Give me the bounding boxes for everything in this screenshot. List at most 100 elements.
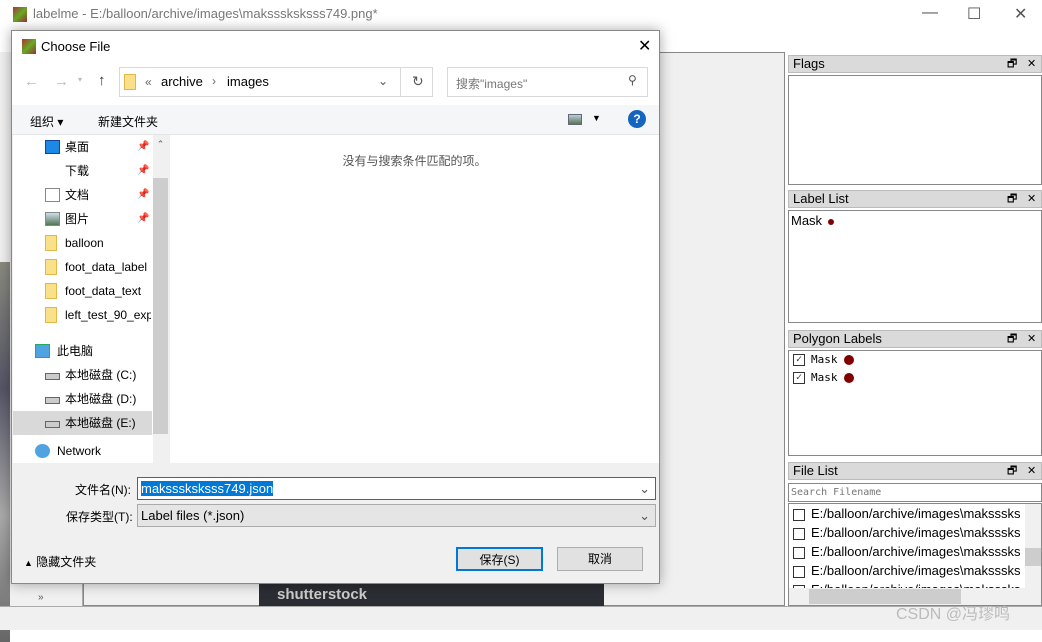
label-list[interactable]: Mask [788,210,1042,323]
search-icon[interactable]: ⚲ [628,73,637,87]
label-text: Mask [811,371,838,384]
nav-item-label: 此电脑 [57,344,94,358]
nav-item[interactable]: 文档 📌 [13,183,152,207]
breadcrumb-overflow[interactable]: « [145,75,152,89]
file-list-dock-header: File List 🗗 ✕ [788,462,1042,480]
network-icon [35,444,50,458]
search-box[interactable]: 搜索"images" ⚲ [447,67,648,97]
breadcrumb-images[interactable]: images [227,74,269,89]
file-content-area[interactable]: 没有与搜索条件匹配的项。 [169,135,659,463]
nav-item-label: 本地磁盘 (D:) [65,392,137,406]
maximize-button[interactable]: ☐ [967,4,981,24]
file-list-item[interactable]: E:/balloon/archive/images\maksssks [789,523,1041,542]
save-button[interactable]: 保存(S) [456,547,543,571]
folder-icon [45,283,57,299]
list-item[interactable]: ✓ Mask [793,371,1037,389]
flags-dock-header: Flags 🗗 ✕ [788,55,1042,73]
filename-input[interactable]: maksssksksss749.json ⌄ [137,477,656,500]
drive-icon [45,421,60,428]
dialog-close-button[interactable]: ✕ [638,36,651,56]
new-folder-button[interactable]: 新建文件夹 [98,113,158,130]
polygon-labels-list[interactable]: ✓ Mask ✓ Mask [788,350,1042,456]
float-icon[interactable]: 🗗 [1007,463,1017,479]
folder-icon [45,259,57,275]
nav-item[interactable]: foot_data_text [13,279,152,303]
checkbox-checked[interactable]: ✓ [793,354,805,366]
drive-icon [45,373,60,380]
flags-list[interactable] [788,75,1042,185]
nav-item[interactable]: balloon [13,231,152,255]
close-icon[interactable]: ✕ [1027,331,1036,347]
nav-item[interactable]: 下载 📌 [13,159,152,183]
chevron-down-icon[interactable]: ⌄ [378,74,388,88]
cancel-button[interactable]: 取消 [557,547,643,571]
nav-item[interactable]: 本地磁盘 (D:) [13,387,152,411]
background-image-edge [0,262,10,642]
checkbox-unchecked[interactable] [793,527,805,540]
filetype-label: 保存类型(T): [66,510,133,524]
help-button[interactable]: ? [628,110,646,128]
up-button[interactable]: ↑ [98,72,106,89]
canvas-image: shutterstock [259,583,604,606]
chevron-down-icon[interactable]: ⌄ [639,505,650,526]
filetype-select[interactable]: Label files (*.json) ⌄ [137,504,656,527]
nav-item[interactable]: Network [13,439,152,463]
nav-item[interactable]: left_test_90_exp [13,303,152,327]
forward-button[interactable]: → [54,73,69,90]
chevron-down-icon[interactable]: ⌄ [639,478,650,499]
recent-dropdown[interactable]: ▾ [78,75,82,84]
close-icon[interactable]: ✕ [1027,463,1036,479]
nav-item[interactable]: 图片 📌 [13,207,152,231]
view-options-icon[interactable] [568,114,582,125]
labelme-app-icon [13,7,27,22]
computer-icon [35,344,50,358]
navigation-row: ← → ▾ ↑ « archive › images ⌄ ↻ 搜索"images… [12,61,659,105]
list-item[interactable]: ✓ Mask [793,353,1037,371]
toolbar-more-button[interactable]: » [38,592,44,603]
pin-icon: 📌 [137,213,150,224]
view-dropdown[interactable]: ▼ [592,113,601,123]
nav-item[interactable]: 本地磁盘 (E:) [13,411,152,435]
navigation-pane[interactable]: 桌面 📌 下载 📌 文档 📌 图片 📌 balloon foot_data_label foot_d… [13,135,168,463]
checkbox-unchecked[interactable] [793,565,805,578]
nav-pane-scrollbar[interactable]: ⌃ [153,135,168,463]
float-icon[interactable]: 🗗 [1007,191,1017,207]
close-icon[interactable]: ✕ [1027,191,1036,207]
empty-message: 没有与搜索条件匹配的项。 [342,154,487,168]
organize-button[interactable]: 组织 ▾ [30,113,63,130]
minimize-button[interactable]: — [922,4,938,22]
breadcrumb-archive[interactable]: archive [161,74,203,89]
main-title-bar: labelme - E:/balloon/archive/images\maks… [0,0,1042,28]
hide-folders-toggle[interactable]: ▲ 隐藏文件夹 [24,553,96,570]
file-list-item[interactable]: E:/balloon/archive/images\maksssks [789,504,1041,523]
file-list-item[interactable]: E:/balloon/archive/images\maksssks [789,561,1041,580]
float-icon[interactable]: 🗗 [1007,331,1017,347]
file-list-vscrollbar[interactable] [1025,504,1041,588]
close-icon[interactable]: ✕ [1027,56,1036,72]
address-bar[interactable]: « archive › images ⌄ ↻ [119,67,433,97]
search-filename-input[interactable] [788,483,1042,502]
checkbox-unchecked[interactable] [793,546,805,559]
nav-item[interactable]: 此电脑 [13,339,152,363]
nav-item[interactable]: foot_data_label [13,255,152,279]
label-text: Mask [811,353,838,366]
file-list[interactable]: E:/balloon/archive/images\maksssks E:/bal… [788,503,1042,606]
close-button[interactable]: ✕ [1014,4,1027,24]
back-button[interactable]: ← [24,73,39,90]
nav-item[interactable]: 本地磁盘 (C:) [13,363,152,387]
label-list-dock-header: Label List 🗗 ✕ [788,190,1042,208]
checkbox-unchecked[interactable] [793,508,805,521]
float-icon[interactable]: 🗗 [1007,56,1017,72]
label-color-dot [843,373,854,383]
list-item[interactable]: Mask [791,213,1039,228]
pin-icon: 📌 [137,189,150,200]
file-list-item[interactable]: E:/balloon/archive/images\maksssks [789,542,1041,561]
desktop-icon [45,140,60,154]
checkbox-checked[interactable]: ✓ [793,372,805,384]
nav-item[interactable]: 桌面 📌 [13,135,152,159]
refresh-icon[interactable]: ↻ [412,73,424,90]
breadcrumb-separator[interactable]: › [212,74,216,88]
label-text: Mask [791,213,823,228]
watermark: CSDN @冯璆鸣 [896,606,1011,623]
dialog-title-bar: Choose File ✕ [12,31,659,61]
